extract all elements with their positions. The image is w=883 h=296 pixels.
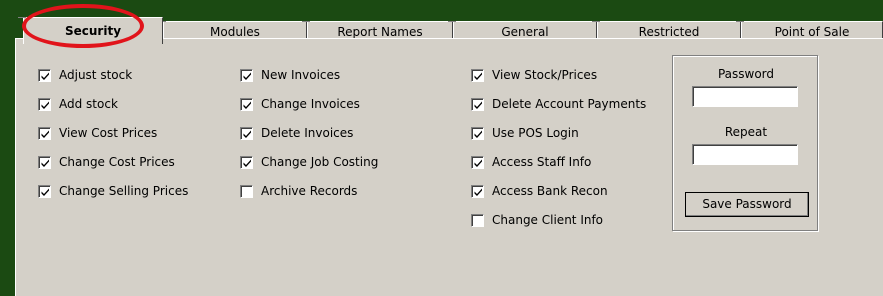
password-input[interactable] [692,86,798,107]
checkbox-view-cost-prices[interactable]: View Cost Prices [38,124,157,142]
password-label: Password [717,67,775,81]
checkbox[interactable] [38,184,51,198]
checkbox-add-stock[interactable]: Add stock [38,95,118,113]
checkbox-label: New Invoices [261,68,341,82]
checkbox[interactable] [38,155,51,169]
checkmark-icon [474,101,482,109]
checkbox-access-bank-recon[interactable]: Access Bank Recon [471,182,608,200]
checkbox-label: Access Bank Recon [492,184,608,198]
checkbox[interactable] [471,155,484,169]
checkbox-label: Change Invoices [261,97,360,111]
checkbox-label: Change Job Costing [261,155,379,169]
checkmark-icon [243,159,251,167]
checkbox[interactable] [38,97,51,111]
checkbox[interactable] [240,126,253,140]
checkbox-label: Change Client Info [492,213,604,227]
tab-security[interactable]: Security [18,17,163,44]
checkmark-icon [474,72,482,80]
checkbox-label: Change Cost Prices [59,155,175,169]
checkbox-label: View Cost Prices [59,126,158,140]
checkmark-icon [474,188,482,196]
checkbox[interactable] [38,126,51,140]
checkbox[interactable] [471,97,484,111]
checkmark-icon [243,130,251,138]
checkbox[interactable] [240,68,253,82]
checkbox-change-invoices[interactable]: Change Invoices [240,95,360,113]
checkbox[interactable] [240,97,253,111]
checkbox-label: Archive Records [261,184,358,198]
checkbox-label: View Stock/Prices [492,68,598,82]
checkbox[interactable] [471,126,484,140]
checkbox[interactable] [471,184,484,198]
checkmark-icon [243,101,251,109]
checkbox[interactable] [38,68,51,82]
checkbox-change-client-info[interactable]: Change Client Info [471,211,603,229]
checkbox[interactable] [471,68,484,82]
checkmark-icon [243,72,251,80]
checkmark-icon [41,188,49,196]
checkbox-delete-invoices[interactable]: Delete Invoices [240,124,353,142]
checkmark-icon [41,130,49,138]
checkbox[interactable] [471,213,484,227]
checkbox-label: Change Selling Prices [59,184,189,198]
checkbox[interactable] [240,155,253,169]
checkbox-view-stock-prices[interactable]: View Stock/Prices [471,66,597,84]
password-group: Password Repeat Save Password [672,55,818,231]
checkbox-label: Use POS Login [492,126,579,140]
checkbox-adjust-stock[interactable]: Adjust stock [38,66,132,84]
repeat-password-input[interactable] [692,144,798,165]
checkbox-change-cost-prices[interactable]: Change Cost Prices [38,153,175,171]
repeat-label: Repeat [724,125,768,139]
checkbox-delete-account-payments[interactable]: Delete Account Payments [471,95,646,113]
checkbox-new-invoices[interactable]: New Invoices [240,66,340,84]
checkbox-label: Delete Account Payments [492,97,647,111]
checkbox-use-pos-login[interactable]: Use POS Login [471,124,579,142]
checkmark-icon [474,159,482,167]
checkmark-icon [41,101,49,109]
checkbox-change-job-costing[interactable]: Change Job Costing [240,153,378,171]
checkbox-archive-records[interactable]: Archive Records [240,182,357,200]
checkmark-icon [474,130,482,138]
checkbox-change-selling-prices[interactable]: Change Selling Prices [38,182,188,200]
checkmark-icon [41,159,49,167]
checkbox-label: Delete Invoices [261,126,354,140]
checkbox-label: Add stock [59,97,118,111]
checkbox-label: Adjust stock [59,68,133,82]
checkbox[interactable] [240,184,253,198]
checkbox-label: Access Staff Info [492,155,592,169]
save-password-button[interactable]: Save Password [685,192,809,217]
checkbox-access-staff-info[interactable]: Access Staff Info [471,153,591,171]
checkmark-icon [41,72,49,80]
